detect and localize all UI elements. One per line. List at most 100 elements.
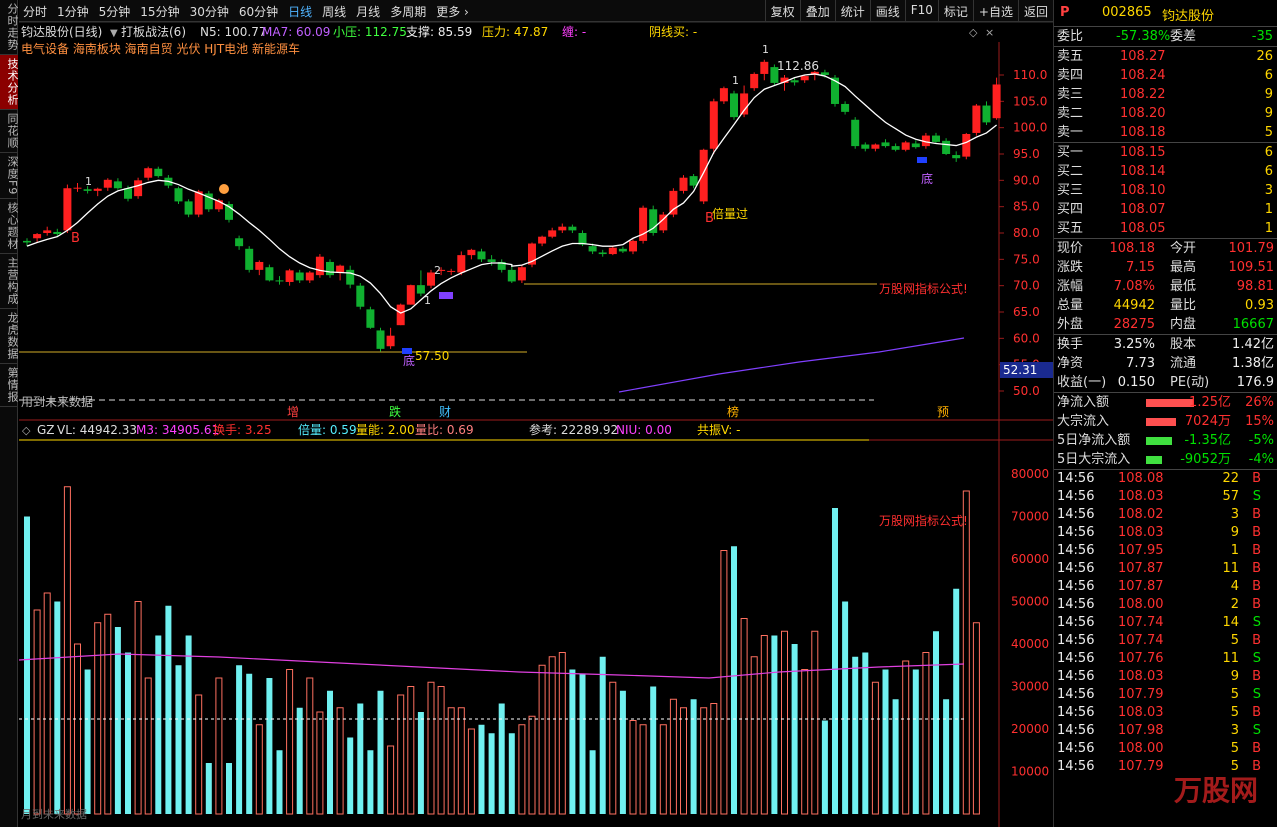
book-row: 卖二 108.20 9 (1054, 104, 1277, 123)
tick-side: B (1252, 525, 1261, 540)
flow-value: -1.35亿 (1184, 433, 1231, 448)
event-marker[interactable]: 预 (937, 405, 949, 419)
tab-tonghuashun[interactable]: 同花顺 (0, 110, 19, 153)
candle-body (719, 88, 728, 102)
flow-row: 5日净流入额 -1.35亿 -5% (1054, 431, 1277, 450)
price-stats: 现价 108.18 今开 101.79 涨跌 7.15 最高 109.51 涨幅 7.08% 最低 9… (1054, 238, 1277, 334)
tick-price: 108.08 (1118, 471, 1164, 486)
volume-bar (397, 694, 405, 815)
tick-time: 14:56 (1057, 669, 1095, 684)
settings-icon-vol[interactable]: ◇ (22, 424, 31, 437)
period-button[interactable]: 更多 › (436, 3, 469, 20)
price-axis: 110.0 105.0 100.0 95.0 90.0 85.0 80.0 75.0 70.0 6… (1013, 68, 1047, 398)
volume-footer: 月到未来数据 (21, 807, 87, 821)
volume-bar (508, 733, 515, 814)
tool-button[interactable]: +自选 (972, 0, 1018, 22)
volume-bar (599, 656, 606, 814)
volume-bar (33, 609, 41, 815)
candle-body (194, 191, 203, 215)
tab-dragon[interactable]: 龙虎数据 (0, 309, 19, 365)
period-button[interactable]: 月线 (356, 3, 380, 20)
period-button[interactable]: 30分钟 (190, 3, 229, 20)
dropdown-icon[interactable]: ▼ (110, 28, 118, 39)
candle-body (477, 251, 486, 260)
tool-button[interactable]: 画线 (869, 0, 905, 22)
volume-bar (953, 588, 960, 814)
tick-time: 14:56 (1057, 759, 1095, 774)
tool-button[interactable]: 返回 (1017, 0, 1053, 22)
tick-row: 14:56 107.74 5 B (1054, 632, 1277, 650)
event-marker[interactable]: 增 (287, 405, 299, 419)
tick-row: 14:56 108.08 22 B (1054, 470, 1277, 488)
tab-info[interactable]: 第情报 (0, 364, 19, 408)
candle-body (911, 143, 920, 148)
vol-liangbi: 量比: 0.69 (415, 423, 474, 437)
event-marker[interactable]: 榜 (727, 404, 739, 419)
tab-depth[interactable]: 深度F9 (0, 153, 19, 200)
watermark-main: 万股网指标公式! (879, 281, 968, 296)
kline-chart[interactable]: 钧达股份(日线) ▼ 打板战法(6) N5: 100.77 MA7: 60.09… (19, 22, 1053, 827)
volume-bar (871, 681, 879, 815)
tool-button[interactable]: 叠加 (799, 0, 835, 22)
period-button[interactable]: 周线 (322, 3, 346, 20)
period-button[interactable]: 60分钟 (239, 3, 278, 20)
tick-time: 14:56 (1057, 597, 1095, 612)
stat-label: 涨幅 (1057, 279, 1084, 294)
tab-timeshare[interactable]: 分时走势 (0, 0, 19, 55)
tool-button[interactable]: F10 (904, 0, 938, 22)
tick-price: 107.87 (1118, 579, 1164, 594)
stock-code: 002865 (1102, 5, 1152, 20)
settings-icon[interactable]: ◇ (969, 26, 978, 39)
event-marker[interactable]: 财 (439, 405, 451, 419)
event-marker[interactable]: 跌 (389, 404, 401, 419)
volume-bar (387, 745, 395, 815)
stat-label: 最低 (1170, 279, 1197, 294)
candle-body (901, 142, 910, 150)
stat-value: 7.15 (1126, 260, 1155, 275)
volume-bar (912, 669, 919, 814)
tab-core[interactable]: 核心题材 (0, 199, 19, 255)
tick-volume: 14 (1222, 615, 1239, 630)
book-label: 买五 (1057, 221, 1084, 236)
price-tick-label: 90.0 (1013, 173, 1040, 187)
vol-huanshou: 换手: 3.25 (213, 423, 272, 437)
close-icon[interactable]: × (985, 26, 994, 39)
candle-body (265, 267, 274, 281)
volume-bar (862, 652, 869, 814)
period-button[interactable]: 15分钟 (140, 3, 179, 20)
volume-bar (720, 550, 728, 815)
period-button[interactable]: 多周期 (390, 3, 426, 20)
tab-business[interactable]: 主营构成 (0, 254, 19, 310)
candle-series (23, 59, 1001, 352)
volume-bar (639, 724, 647, 815)
period-button[interactable]: 分时 (23, 3, 47, 20)
tick-side: B (1252, 669, 1261, 684)
candle-body (831, 77, 839, 104)
candle-body (861, 144, 870, 149)
indicator-name[interactable]: 打板战法(6) (121, 25, 186, 39)
left-tab-bar: 分时走势 技术分析 同花顺 深度F9 核心题材 主营构成 龙虎数据 第情报 (0, 0, 19, 827)
tick-list[interactable]: 14:56 108.08 22 B 14:56 108.03 57 S 14:56 108.02 3… (1054, 469, 1277, 776)
stat-label: 最高 (1170, 260, 1197, 275)
period-button[interactable]: 日线 (288, 3, 312, 20)
count-label-1a: 1 (85, 175, 92, 188)
tool-button[interactable]: 复权 (764, 0, 800, 22)
period-button[interactable]: 1分钟 (57, 3, 89, 20)
stat-value: 16667 (1232, 317, 1274, 332)
site-watermark: 万股网 (1174, 774, 1259, 807)
book-row: 卖五 108.27 26 (1054, 47, 1277, 66)
tick-time: 14:56 (1057, 507, 1095, 522)
tool-button[interactable]: 统计 (834, 0, 870, 22)
period-button[interactable]: 5分钟 (99, 3, 131, 20)
chart-area[interactable]: 钧达股份(日线) ▼ 打板战法(6) N5: 100.77 MA7: 60.09… (19, 22, 1053, 827)
tab-technical[interactable]: 技术分析 (0, 55, 19, 110)
tool-button[interactable]: 标记 (937, 0, 973, 22)
tick-price: 107.79 (1118, 687, 1164, 702)
volume-bar (852, 656, 859, 814)
tick-volume: 11 (1222, 561, 1239, 576)
tick-side: B (1252, 561, 1261, 576)
volume-bar (63, 486, 71, 815)
volume-bar (781, 630, 788, 815)
stat-value: 7.73 (1126, 356, 1155, 371)
candle-body (608, 247, 617, 255)
